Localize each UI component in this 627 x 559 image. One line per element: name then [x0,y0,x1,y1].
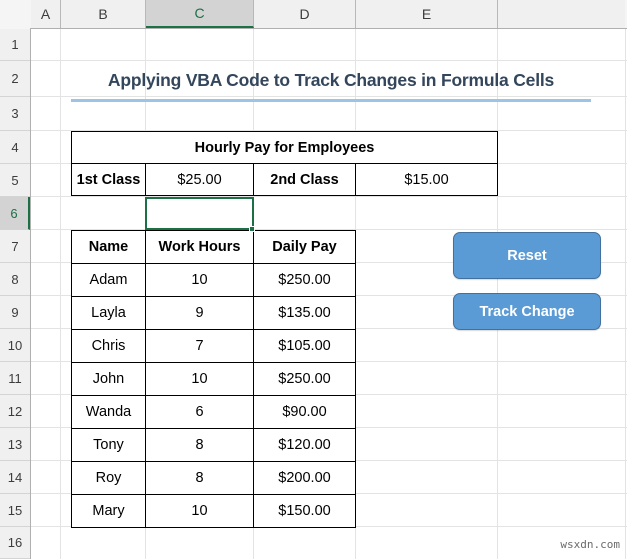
row-header-14[interactable]: 14 [0,461,30,494]
row-header-5[interactable]: 5 [0,164,30,197]
gridline [60,28,61,559]
cell-name[interactable]: John [71,362,146,396]
reset-button[interactable]: Reset [453,232,601,279]
cell-hours[interactable]: 6 [145,395,254,429]
column-header-work-hours[interactable]: Work Hours [145,230,254,264]
track-change-button[interactable]: Track Change [453,293,601,330]
cell-hours[interactable]: 10 [145,362,254,396]
table-row: Adam 10 $250.00 [71,263,356,297]
row-header-3[interactable]: 3 [0,97,30,131]
cell-pay[interactable]: $105.00 [253,329,356,363]
cell-pay[interactable]: $200.00 [253,461,356,495]
table-header-row: Name Work Hours Daily Pay [71,230,356,264]
cell-hours[interactable]: 8 [145,428,254,462]
table-row: Tony 8 $120.00 [71,428,356,462]
cell-pay[interactable]: $135.00 [253,296,356,330]
row-header-8[interactable]: 8 [0,263,30,296]
row-header-10[interactable]: 10 [0,329,30,362]
row-header-11[interactable]: 11 [0,362,30,395]
column-header-name[interactable]: Name [71,230,146,264]
first-class-label-cell[interactable]: 1st Class [71,163,146,196]
cell-name[interactable]: Layla [71,296,146,330]
hourly-pay-title-cell[interactable]: Hourly Pay for Employees [71,131,498,164]
gridline [31,60,627,61]
row-header-15[interactable]: 15 [0,494,30,527]
cell-hours[interactable]: 9 [145,296,254,330]
cell-name[interactable]: Mary [71,494,146,528]
hourly-pay-table: Hourly Pay for Employees 1st Class $25.0… [71,131,498,196]
cell-name[interactable]: Wanda [71,395,146,429]
column-header-d[interactable]: D [254,0,356,28]
cell-hours[interactable]: 10 [145,263,254,297]
cell-pay[interactable]: $250.00 [253,362,356,396]
row-header-12[interactable]: 12 [0,395,30,428]
row-header-9[interactable]: 9 [0,296,30,329]
cell-name[interactable]: Tony [71,428,146,462]
row-header-16[interactable]: 16 [0,527,30,559]
second-class-value-cell[interactable]: $15.00 [355,163,498,196]
cell-hours[interactable]: 7 [145,329,254,363]
row-header-6[interactable]: 6 [0,197,30,230]
page-title: Applying VBA Code to Track Changes in Fo… [107,69,555,90]
cell-pay[interactable]: $150.00 [253,494,356,528]
table-row: Mary 10 $150.00 [71,494,356,528]
second-class-label-cell[interactable]: 2nd Class [253,163,356,196]
cell-name[interactable]: Chris [71,329,146,363]
cell-hours[interactable]: 10 [145,494,254,528]
row-header-4[interactable]: 4 [0,131,30,164]
column-header-c[interactable]: C [146,0,254,28]
table-row: Roy 8 $200.00 [71,461,356,495]
row-header-13[interactable]: 13 [0,428,30,461]
column-header-e[interactable]: E [356,0,498,28]
row-header-7[interactable]: 7 [0,230,30,263]
table-row: Hourly Pay for Employees [71,131,498,164]
table-row: Chris 7 $105.00 [71,329,356,363]
row-header-2[interactable]: 2 [0,61,30,97]
table-row: Layla 9 $135.00 [71,296,356,330]
row-header-1[interactable]: 1 [0,29,30,61]
cell-pay[interactable]: $250.00 [253,263,356,297]
cell-hours[interactable]: 8 [145,461,254,495]
employee-table: Name Work Hours Daily Pay Adam 10 $250.0… [71,230,356,528]
column-header-a[interactable]: A [31,0,61,28]
fill-handle[interactable] [249,226,255,232]
gridline [31,196,627,197]
first-class-value-cell[interactable]: $25.00 [145,163,254,196]
cell-name[interactable]: Adam [71,263,146,297]
column-header-f[interactable] [498,0,625,28]
watermark: wsxdn.com [560,538,620,551]
table-row: John 10 $250.00 [71,362,356,396]
column-header-daily-pay[interactable]: Daily Pay [253,230,356,264]
column-header-b[interactable]: B [61,0,146,28]
spreadsheet-grid: A B C D E 1 2 3 4 5 6 7 8 9 10 11 12 13 … [0,0,627,559]
table-row: 1st Class $25.00 2nd Class $15.00 [71,163,498,196]
active-cell-selection[interactable] [145,197,254,230]
cell-pay[interactable]: $90.00 [253,395,356,429]
title-underline [71,99,591,102]
table-row: Wanda 6 $90.00 [71,395,356,429]
gridline [625,28,626,559]
cell-name[interactable]: Roy [71,461,146,495]
cell-pay[interactable]: $120.00 [253,428,356,462]
